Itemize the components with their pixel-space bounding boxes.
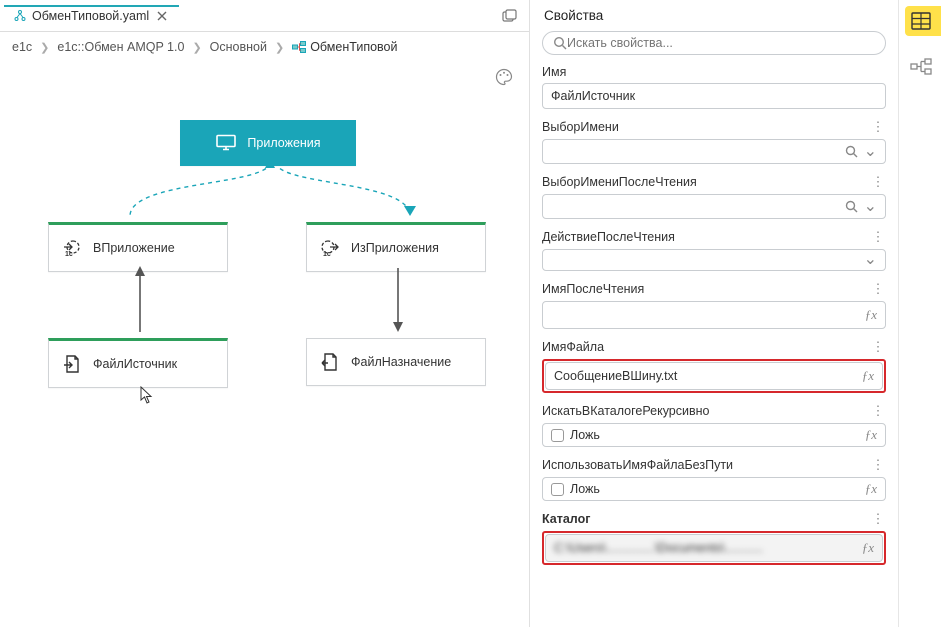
tab-file[interactable]: ОбменТиповой.yaml [4,5,179,27]
node-label: ИзПриложения [351,241,439,255]
checkbox[interactable] [551,429,564,442]
fx-icon[interactable]: ƒx [865,481,877,497]
breadcrumb-item-0[interactable]: e1c [12,40,32,54]
properties-panel: Свойства Имя ВыборИмени ⋮ ⌄ ВыборИмениПо… [530,0,898,627]
structure-tab-button[interactable] [905,52,937,82]
node-label: Приложения [247,136,320,150]
chevron-down-icon[interactable]: ⌄ [864,202,877,212]
svg-text:1c: 1c [65,251,73,258]
chevron-right-icon: ❯ [40,41,49,54]
label-deystvie: ДействиеПослеЧтения [542,230,675,244]
properties-title: Свойства [544,8,886,23]
input-imya-fayla[interactable]: ƒx [545,362,883,390]
label-vybor: ВыборИмени [542,120,619,134]
label-katalog: Каталог [542,512,590,526]
search-icon[interactable] [845,200,858,213]
properties-search[interactable] [542,31,886,55]
fx-icon[interactable]: ƒx [865,427,877,443]
tab-close-icon[interactable] [155,9,169,23]
node-label: ВПриложение [93,241,175,255]
input-vybor[interactable]: ⌄ [542,139,886,164]
more-icon[interactable]: ⋮ [870,457,886,473]
label-name: Имя [542,65,566,79]
highlight-box: C:\Users\..............\Documents\......… [542,531,886,565]
input-katalog[interactable]: C:\Users\..............\Documents\......… [545,534,883,562]
monitor-icon [215,132,237,154]
search-input[interactable] [567,36,875,50]
node-label: ФайлНазначение [351,355,451,369]
more-icon[interactable]: ⋮ [870,339,886,355]
arrow-dashed [60,156,480,228]
fx-icon[interactable]: ƒx [862,368,874,384]
label-rekursiv: ИскатьВКаталогеРекурсивно [542,404,710,418]
input-rekursiv[interactable]: Ложь ƒx [542,423,886,447]
label-imya-posle: ИмяПослеЧтения [542,282,644,296]
fx-icon[interactable]: ƒx [865,307,877,323]
highlight-box: ƒx [542,359,886,393]
node-label: ФайлИсточник [93,357,177,371]
node-file-dest[interactable]: ФайлНазначение [306,338,486,386]
file-source-icon [61,353,83,375]
search-icon [553,36,567,50]
arrow-down [388,266,408,334]
arrow-up [130,266,150,334]
checkbox[interactable] [551,483,564,496]
breadcrumb-current: ОбменТиповой [292,40,397,54]
chevron-down-icon[interactable]: ⌄ [864,255,877,265]
breadcrumb-item-2[interactable]: Основной [210,40,267,54]
more-icon[interactable]: ⋮ [870,281,886,297]
fx-icon[interactable]: ƒx [862,540,874,556]
chevron-right-icon: ❯ [192,41,201,54]
more-icon[interactable]: ⋮ [870,174,886,190]
more-icon[interactable]: ⋮ [870,403,886,419]
more-icon[interactable]: ⋮ [870,229,886,245]
properties-tab-button[interactable] [905,6,937,36]
chevron-down-icon[interactable]: ⌄ [864,147,877,157]
side-toolbar [898,0,942,627]
label-imya-fayla: ИмяФайла [542,340,604,354]
cursor-icon [140,386,154,404]
input-bezputi[interactable]: Ложь ƒx [542,477,886,501]
search-icon[interactable] [845,145,858,158]
input-deystvie[interactable]: ⌄ [542,249,886,271]
file-dest-icon [319,351,341,373]
diagram-canvas[interactable]: Приложения 1c ВПриложение 1c ИзПриложени… [0,60,529,621]
more-icon[interactable]: ⋮ [870,119,886,135]
node-file-source[interactable]: ФайлИсточник [48,338,228,388]
input-imya-posle[interactable]: ƒx [542,301,886,329]
diagram-icon [14,10,26,22]
label-bezputi: ИспользоватьИмяФайлаБезПути [542,458,733,472]
node-in-app[interactable]: 1c ВПриложение [48,222,228,272]
duplicate-tab-icon[interactable] [499,5,521,27]
tab-bar: ОбменТиповой.yaml [0,0,529,32]
breadcrumb: e1c ❯ e1c::Обмен AMQP 1.0 ❯ Основной ❯ О… [0,32,529,60]
tab-filename: ОбменТиповой.yaml [32,9,149,23]
breadcrumb-item-1[interactable]: e1c::Обмен AMQP 1.0 [57,40,184,54]
node-out-app[interactable]: 1c ИзПриложения [306,222,486,272]
in-app-icon: 1c [61,237,83,259]
out-app-icon: 1c [319,237,341,259]
input-name[interactable] [542,83,886,109]
label-vybor-posle: ВыборИмениПослеЧтения [542,175,697,189]
more-icon[interactable]: ⋮ [870,511,886,527]
svg-text:1c: 1c [323,251,331,258]
chevron-right-icon: ❯ [275,41,284,54]
input-vybor-posle[interactable]: ⌄ [542,194,886,219]
